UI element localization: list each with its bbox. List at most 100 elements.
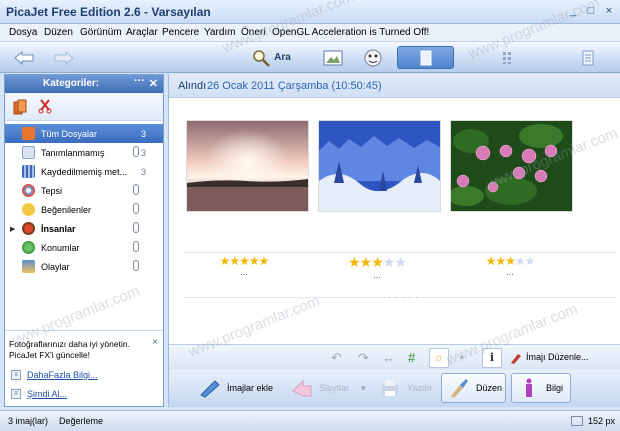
menu-yardim[interactable]: Yardım (204, 27, 236, 38)
status-bar: 3 imaj(lar) Değerleme 152 px (0, 410, 620, 431)
rotate-left-icon[interactable]: ↶ (331, 350, 342, 366)
stars-empty: ★★ (514, 254, 535, 268)
close-button[interactable]: × (602, 5, 616, 18)
menu-dosya[interactable]: Dosya (9, 27, 37, 38)
window-title: PicaJet Free Edition 2.6 - Varsayılan (6, 5, 211, 19)
menu-pencere[interactable]: Pencere (162, 27, 199, 38)
category-item-untagged[interactable]: Tanımlanmamış 3 (5, 143, 163, 162)
category-label: Olaylar (41, 261, 70, 272)
red-eye-icon[interactable]: ◔ (457, 350, 465, 365)
more-info-link[interactable]: DahaFazla Bilgi... (27, 370, 98, 380)
back-arrow-icon[interactable] (10, 46, 38, 69)
paperclip-icon (133, 222, 139, 233)
grid-view-icon[interactable] (495, 46, 521, 69)
buy-now-link[interactable]: Şimdi Al... (27, 389, 67, 399)
slideshow-icon[interactable] (320, 46, 346, 69)
slideshow-button[interactable]: Slaytlar ▾ (291, 373, 371, 403)
zoom-icon (571, 416, 583, 426)
faces-icon[interactable] (360, 46, 386, 69)
delete-category-icon[interactable] (38, 98, 52, 114)
date-header: Alındı 26 Ocak 2011 Çarşamba (10:50:45) (169, 74, 620, 98)
print-button[interactable]: Yazdır (379, 373, 444, 403)
photo-caption: ... (373, 270, 381, 280)
category-count: 3 (140, 128, 146, 139)
photo-thumbnail-sunset[interactable] (186, 120, 309, 212)
link-icon: ≡ (11, 370, 21, 380)
category-label: Tanımlanmamış (41, 147, 105, 158)
search-button[interactable]: Ara (246, 46, 296, 69)
edit-mode-button[interactable]: Düzen (441, 373, 506, 403)
slideshow-dropdown-icon[interactable]: ▾ (361, 383, 366, 394)
info-mode-label: Bilgi (546, 383, 564, 393)
category-item-events[interactable]: Olaylar (5, 257, 163, 276)
category-item-tray[interactable]: Tepsi (5, 181, 163, 200)
star-icon (22, 203, 35, 216)
tray-icon (22, 184, 35, 197)
category-item-favorites[interactable]: Beğenilenler (5, 200, 163, 219)
photo-thumbnail-winter[interactable] (318, 120, 441, 212)
promo-line-2: PicaJet FX'i güncelle! (9, 350, 90, 360)
paperclip-icon (133, 203, 139, 214)
category-item-people[interactable]: ▶ İnsanlar (5, 219, 163, 238)
rotate-right-icon[interactable]: ↷ (358, 350, 369, 366)
promo-panel: Fotoğraflarınızı daha iyi yönetin. PicaJ… (5, 330, 163, 406)
category-item-unsaved-meta[interactable]: Kaydedilmemiş met... 3 (5, 162, 163, 181)
category-label: Konumlar (41, 242, 80, 253)
sidebar-header: Kategoriler: ··· ✕ (5, 75, 163, 93)
sidebar-close-button[interactable]: ✕ (149, 77, 158, 90)
add-images-icon (200, 380, 220, 398)
star-rating[interactable]: ★★★★★ (179, 254, 309, 268)
paperclip-icon (133, 146, 139, 157)
info-large-icon (526, 378, 532, 397)
flip-icon[interactable]: ↔ (382, 350, 395, 365)
paperclip-icon (133, 260, 139, 271)
edit-image-button[interactable]: İmajı Düzenle... (526, 352, 589, 362)
image-count: 3 imaj(lar) (8, 416, 49, 426)
film-strip-icon (22, 165, 35, 178)
action-bar: İmajlar ekle Slaytlar ▾ Yazdır Düzen Bil… (169, 370, 620, 407)
star-rating[interactable]: ★★★★★ (312, 254, 442, 271)
resize-grip[interactable]: · · · · · (388, 293, 419, 302)
edit-mode-label: Düzen (476, 383, 503, 393)
link-icon: ≡ (11, 389, 21, 399)
category-label: Beğenilenler (41, 204, 92, 215)
photo-rating-2[interactable]: ★★★★★ ... (312, 254, 442, 280)
menu-araclar[interactable]: Araçlar (126, 27, 158, 38)
forward-arrow-icon[interactable] (50, 46, 78, 69)
date-prefix: Alındı (178, 80, 207, 92)
menu-duzen[interactable]: Düzen (44, 27, 73, 38)
category-item-all-files[interactable]: Tüm Dosyalar 3 (5, 124, 163, 143)
opengl-notice[interactable]: OpenGL Acceleration is Turned Off! (272, 27, 429, 38)
promo-message: Fotoğraflarınızı daha iyi yönetin. PicaJ… (9, 339, 130, 361)
category-label: Tüm Dosyalar (41, 128, 98, 139)
auto-enhance-icon[interactable]: ☼ (429, 348, 449, 368)
info-mode-button[interactable]: Bilgi (511, 373, 571, 403)
new-category-icon[interactable] (13, 99, 27, 115)
add-images-button[interactable]: İmajlar ekle (199, 373, 279, 403)
menu-gorunum[interactable]: Görünüm (80, 27, 122, 38)
expand-arrow-icon[interactable]: ▶ (10, 225, 15, 233)
promo-close-button[interactable]: × (152, 337, 158, 348)
sidebar-menu-button[interactable]: ··· (134, 75, 145, 87)
star-rating[interactable]: ★★★★★ (445, 254, 575, 268)
photo-caption: ... (240, 267, 248, 277)
photo-rating-3[interactable]: ★★★★★ ... (445, 254, 575, 277)
single-view-icon[interactable] (397, 46, 454, 69)
category-item-locations[interactable]: Konumlar (5, 238, 163, 257)
brush-icon (451, 379, 468, 398)
menu-bar: Dosya Düzen Görünüm Araçlar Pencere Yard… (0, 24, 620, 42)
photo-thumbnail-lotus[interactable] (450, 120, 573, 212)
category-count: 3 (140, 147, 146, 158)
maximize-button[interactable]: □ (584, 5, 598, 18)
info-icon[interactable]: i (482, 348, 502, 368)
list-view-icon[interactable] (575, 46, 601, 69)
menu-oneri[interactable]: Öneri (241, 27, 265, 38)
crop-icon[interactable]: # (408, 350, 415, 365)
untagged-icon (22, 146, 35, 159)
globe-icon (22, 241, 35, 254)
sidebar-toolbar (5, 93, 163, 121)
zoom-value: 152 px (588, 416, 616, 426)
minimize-button[interactable]: _ (566, 5, 580, 18)
date-value: 26 Ocak 2011 Çarşamba (10:50:45) (207, 80, 382, 92)
photo-rating-1[interactable]: ★★★★★ ... (179, 254, 309, 277)
